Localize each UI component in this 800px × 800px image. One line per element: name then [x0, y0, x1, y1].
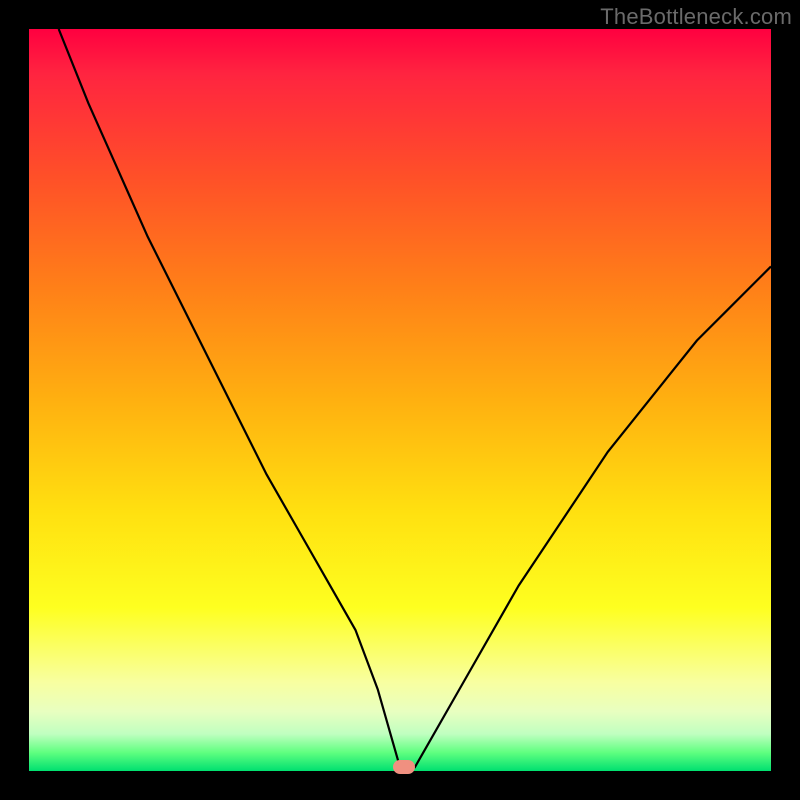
optimal-point-marker — [393, 760, 415, 774]
chart-container: TheBottleneck.com — [0, 0, 800, 800]
watermark-text: TheBottleneck.com — [600, 4, 792, 30]
plot-area — [29, 29, 771, 771]
bottleneck-curve — [59, 29, 771, 767]
curve-svg — [29, 29, 771, 771]
